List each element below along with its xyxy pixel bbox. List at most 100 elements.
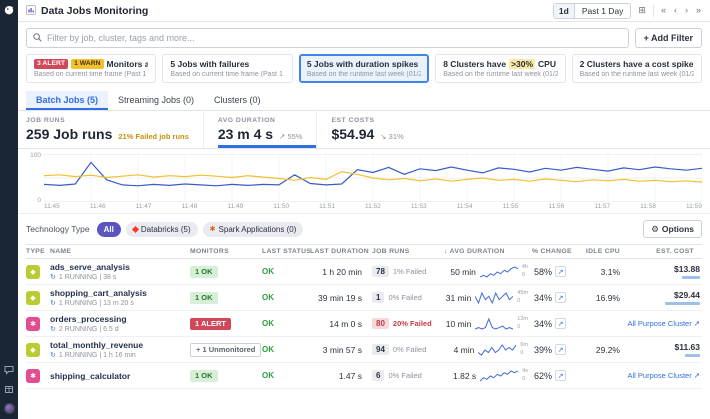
add-filter-button[interactable]: + Add Filter: [635, 28, 702, 48]
apps-cube-icon[interactable]: [4, 384, 14, 394]
prev-page-icon[interactable]: ‹: [673, 6, 678, 15]
job-name-link[interactable]: orders_processing: [50, 314, 186, 324]
metric-est-costs[interactable]: EST COSTS $54.94 ↘ 31%: [331, 111, 417, 148]
table-row[interactable]: ✱ shipping_calculator 1 OK OK 1.47 s 60%…: [26, 363, 702, 389]
x-axis-tick: 11:48: [182, 203, 198, 210]
avg-duration: 1.82 s: [453, 371, 476, 381]
x-axis-tick: 11:55: [503, 203, 519, 210]
cost-bar: [682, 276, 700, 279]
chart-x-axis: 11:4511:4611:4711:4811:4911:5011:5111:52…: [44, 203, 702, 210]
est-cost: $13.88: [674, 264, 700, 274]
col-last-status[interactable]: LAST STATUS: [262, 248, 310, 255]
view-toggle-icon[interactable]: ⊞: [637, 6, 647, 15]
failed-pct: 20% Failed: [393, 319, 432, 328]
job-runs-count[interactable]: 80: [372, 318, 389, 329]
chart-y-axis: 100 0: [26, 154, 44, 202]
trend-up-icon: ↗: [555, 318, 566, 329]
job-runs-count[interactable]: 6: [372, 370, 384, 381]
sort-down-icon: ↓: [444, 248, 448, 255]
failed-pct: 0% Failed: [393, 345, 426, 354]
trend-up-icon: ↗: [555, 344, 566, 355]
metric-summary: JOB RUNS 259 Job runs 21% Failed job run…: [18, 111, 710, 149]
change-pct: 34%: [534, 293, 552, 303]
search-box[interactable]: [26, 28, 629, 48]
est-cost: $11.63: [674, 342, 700, 352]
x-axis-tick: 11:57: [594, 203, 610, 210]
job-runs-count[interactable]: 78: [372, 266, 389, 277]
tab-batch-jobs[interactable]: Batch Jobs (5): [26, 91, 108, 110]
chat-icon[interactable]: [4, 365, 14, 375]
job-runs-count[interactable]: 94: [372, 344, 389, 355]
filter-pill-spark[interactable]: ✱ Spark Applications (0): [203, 222, 304, 237]
databricks-job-icon: ◆: [26, 291, 40, 305]
change-pct: 39%: [534, 345, 552, 355]
table-row[interactable]: ◆ total_monthly_revenue ↻1 RUNNING | 1 h…: [26, 337, 702, 363]
monitor-status-pill[interactable]: 1 OK: [190, 370, 218, 382]
job-name-link[interactable]: shopping_cart_analysis: [50, 288, 186, 298]
card-subtitle: Based on the runtime last week (01/26/24…: [443, 71, 557, 78]
x-axis-tick: 11:58: [640, 203, 656, 210]
failed-pct: 0% Failed: [388, 293, 421, 302]
databricks-icon: [132, 225, 139, 232]
table-row[interactable]: ◆ shopping_cart_analysis ↻1 RUNNING | 13…: [26, 285, 702, 311]
card-monitors-alerting[interactable]: 3 ALERT 1 WARN Monitors alerting Based o…: [26, 54, 156, 83]
failed-pct: 0% Failed: [388, 371, 421, 380]
cluster-link[interactable]: All Purpose Cluster↗: [628, 319, 701, 328]
time-preset[interactable]: 1d: [554, 4, 575, 18]
job-name-link[interactable]: total_monthly_revenue: [50, 340, 186, 350]
monitor-status-pill[interactable]: + 1 Unmonitored: [190, 343, 261, 357]
filter-pill-all[interactable]: All: [97, 222, 121, 237]
col-est-cost[interactable]: EST. COST: [628, 248, 702, 255]
x-axis-tick: 11:46: [90, 203, 106, 210]
page-title: Data Jobs Monitoring: [41, 5, 148, 17]
table-row[interactable]: ✱ orders_processing ↻2 RUNNING | 6.5 d 1…: [26, 311, 702, 337]
cluster-link[interactable]: All Purpose Cluster↗: [628, 371, 701, 380]
monitor-status-pill[interactable]: 1 OK: [190, 292, 218, 304]
job-name-link[interactable]: shipping_calculator: [50, 371, 186, 381]
metric-avg-duration[interactable]: AVG DURATION 23 m 4 s ↗ 55%: [218, 111, 318, 148]
spark-icon: ✱: [210, 226, 216, 233]
spark-app-job-icon: ✱: [26, 369, 40, 383]
table-row[interactable]: ◆ ads_serve_analysis ↻1 RUNNING | 38 s 1…: [26, 259, 702, 285]
last-page-icon[interactable]: »: [695, 6, 702, 15]
col-last-duration[interactable]: LAST DURATION: [310, 248, 372, 255]
tab-clusters[interactable]: Clusters (0): [204, 91, 271, 110]
col-idle-cpu[interactable]: IDLE CPU: [582, 248, 628, 255]
x-axis-tick: 11:53: [411, 203, 427, 210]
card-cpu-usage[interactable]: 8 Clusters have >30% CPU usage Based on …: [435, 54, 565, 83]
time-range-label[interactable]: Past 1 Day: [575, 6, 631, 16]
search-input[interactable]: [47, 33, 622, 43]
x-axis-tick: 11:49: [227, 203, 243, 210]
monitor-status-pill[interactable]: 1 ALERT: [190, 318, 231, 330]
alert-count-badge: 3 ALERT: [34, 59, 68, 69]
card-cost-spike[interactable]: 2 Clusters have a cost spike Based on th…: [572, 54, 702, 83]
user-avatar[interactable]: [4, 403, 15, 414]
table-header: TYPE NAME MONITORS LAST STATUS LAST DURA…: [26, 244, 702, 259]
card-jobs-with-failures[interactable]: 5 Jobs with failures Based on current ti…: [162, 54, 292, 83]
job-runs-count[interactable]: 1: [372, 292, 384, 303]
next-page-icon[interactable]: ›: [684, 6, 689, 15]
change-pct: 62%: [534, 371, 552, 381]
metric-job-runs[interactable]: JOB RUNS 259 Job runs 21% Failed job run…: [26, 111, 204, 148]
job-name-link[interactable]: ads_serve_analysis: [50, 262, 186, 272]
est-costs-trend: ↘ 31%: [380, 132, 403, 141]
last-status: OK: [262, 293, 310, 302]
duration-sparkline: [480, 265, 518, 279]
col-type[interactable]: TYPE: [26, 248, 50, 255]
col-avg-duration[interactable]: ↓ AVG DURATION: [444, 248, 532, 255]
first-page-icon[interactable]: «: [660, 6, 667, 15]
card-duration-spikes[interactable]: 5 Jobs with duration spikes Based on the…: [299, 54, 429, 83]
options-button[interactable]: ⚙ Options: [643, 220, 702, 238]
col-monitors[interactable]: MONITORS: [190, 248, 262, 255]
col-job-runs[interactable]: JOB RUNS: [372, 248, 444, 255]
time-range-picker[interactable]: 1d Past 1 Day: [553, 3, 632, 19]
y-axis-min-label: 0: [37, 197, 41, 204]
tab-streaming-jobs[interactable]: Streaming Jobs (0): [108, 91, 204, 110]
est-cost: $29.44: [674, 290, 700, 300]
filter-pill-databricks[interactable]: Databricks (5): [126, 222, 198, 237]
idle-cpu: 29.2%: [582, 345, 628, 355]
col-change[interactable]: % CHANGE: [532, 248, 582, 255]
datadog-logo-icon[interactable]: [4, 5, 14, 15]
monitor-status-pill[interactable]: 1 OK: [190, 266, 218, 278]
col-name[interactable]: NAME: [50, 248, 190, 255]
